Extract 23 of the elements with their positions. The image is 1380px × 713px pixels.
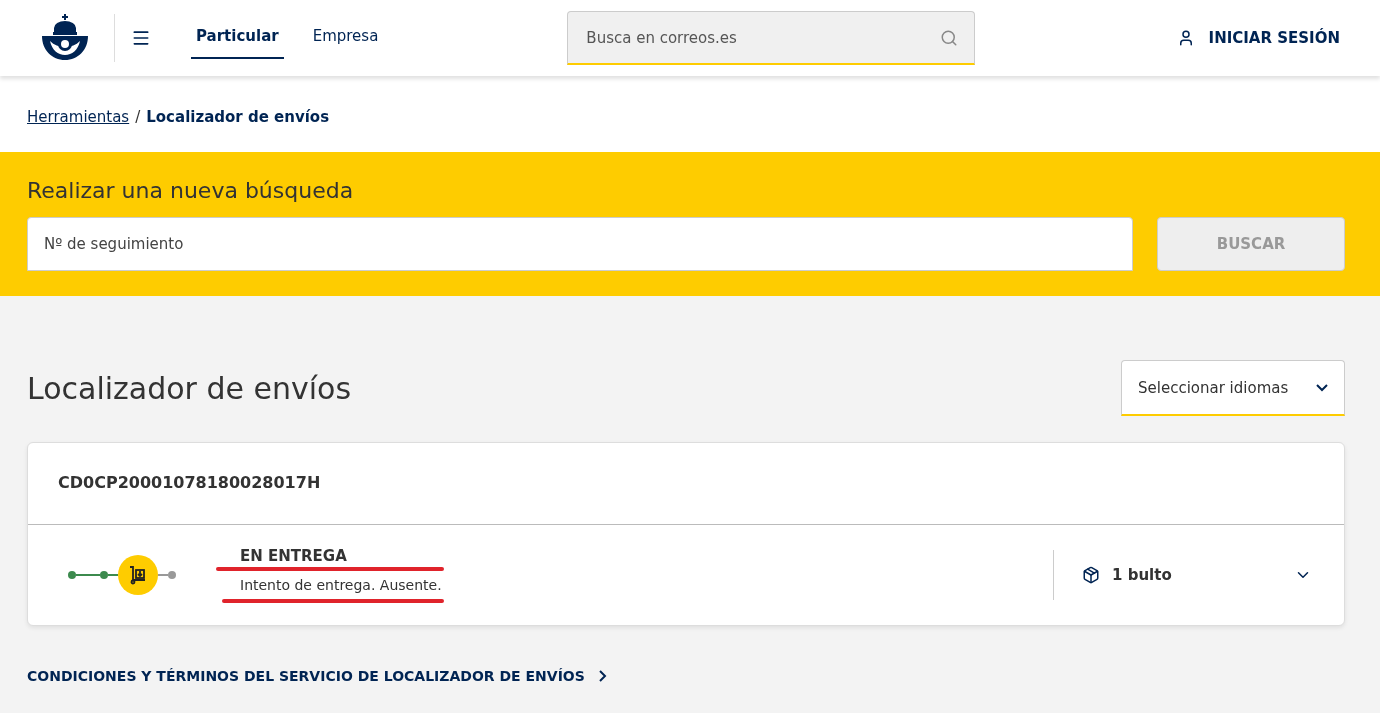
- chevron-down-icon: [1316, 383, 1328, 392]
- menu-icon[interactable]: [131, 28, 151, 48]
- breadcrumb-link[interactable]: Herramientas: [27, 108, 130, 126]
- terms-link[interactable]: CONDICIONES Y TÉRMINOS DEL SERVICIO DE LOCALIZADOR DE ENVÍOS: [27, 668, 1345, 684]
- chevron-right-icon: [598, 670, 607, 682]
- package-icon: [1082, 566, 1100, 584]
- nav-tab[interactable]: Particular: [191, 17, 284, 59]
- breadcrumb-separator: /: [135, 108, 141, 126]
- status-detail: Intento de entrega. Ausente.: [239, 577, 443, 593]
- login-link[interactable]: INICIAR SESIÓN: [1176, 29, 1340, 47]
- breadcrumb-current: Localizador de envíos: [146, 108, 330, 126]
- search-icon[interactable]: [940, 28, 959, 47]
- page-title: Localizador de envíos: [27, 370, 352, 406]
- tracking-number-field[interactable]: Nº de seguimiento: [27, 217, 1133, 271]
- search-heading: Realizar una nueva búsqueda: [27, 178, 355, 203]
- tracking-code: CD0CP20001078180028017H: [58, 473, 321, 492]
- package-count: 1 bulto: [1112, 566, 1173, 584]
- nav-tab[interactable]: Empresa: [307, 17, 384, 59]
- search-bar[interactable]: Busca en correos.es: [567, 11, 976, 65]
- search-field[interactable]: Busca en correos.es: [584, 27, 941, 48]
- status-title: EN ENTREGA: [239, 547, 348, 565]
- logo-icon: [40, 14, 90, 62]
- language-select[interactable]: Seleccionar idiomas: [1121, 360, 1345, 416]
